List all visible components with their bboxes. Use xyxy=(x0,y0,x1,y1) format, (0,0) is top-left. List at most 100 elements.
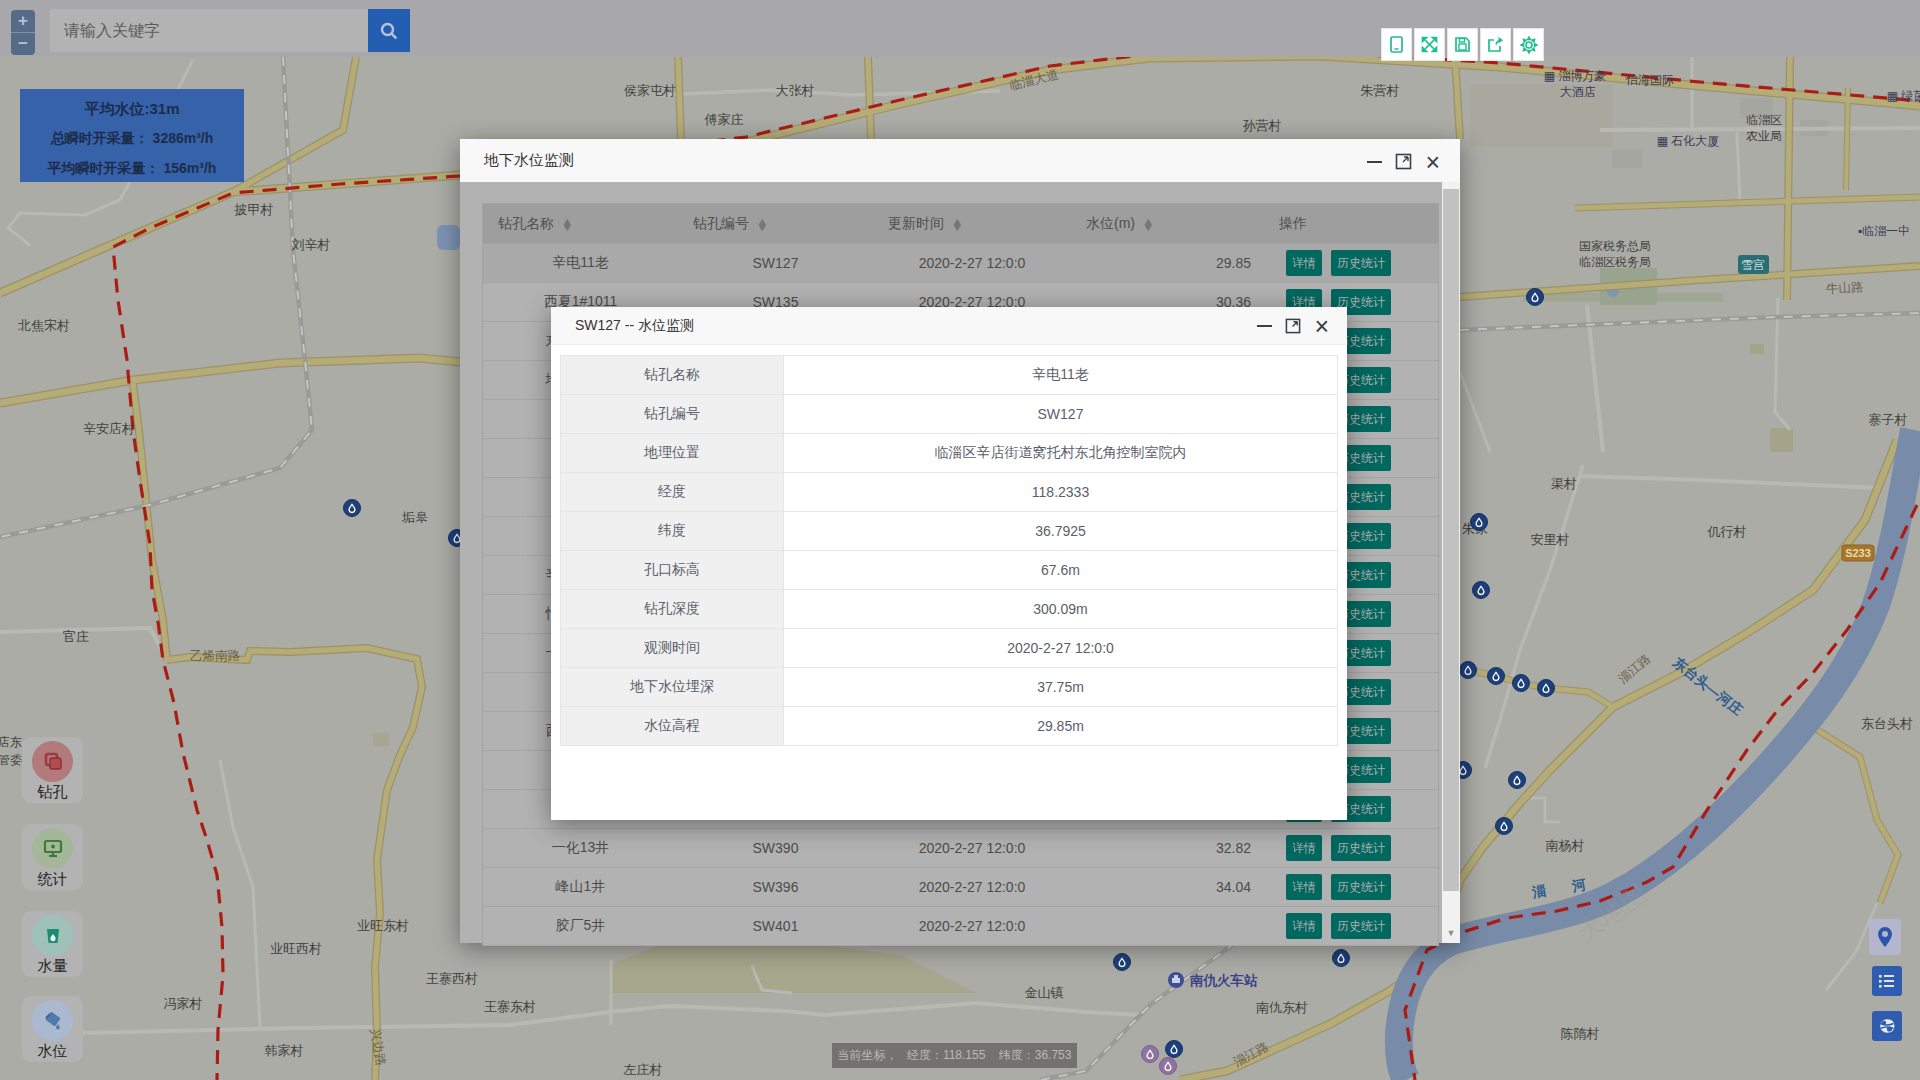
monitor-window-titlebar[interactable]: 地下水位监测 × xyxy=(460,139,1460,182)
detail-row: 钻孔名称辛电11老 xyxy=(561,356,1337,395)
column-header[interactable]: 钻孔名称▲▼ xyxy=(483,204,678,243)
detail-field-label: 纬度 xyxy=(561,512,784,550)
sort-icon[interactable]: ▲▼ xyxy=(562,218,572,230)
layer-list-button[interactable] xyxy=(1872,966,1902,996)
detail-row: 水位高程29.85m xyxy=(561,707,1337,746)
map-label: 南仇东村 xyxy=(1256,1000,1308,1015)
poi-marker-purple[interactable] xyxy=(1142,1046,1159,1063)
basemap-button[interactable] xyxy=(1872,1011,1902,1041)
sort-icon[interactable]: ▲▼ xyxy=(952,218,962,230)
detail-minimize-button[interactable] xyxy=(1256,318,1272,334)
map-label: 韩家村 xyxy=(265,1043,304,1058)
map-label: ▦ 石化大厦 xyxy=(1657,134,1720,148)
water-point-marker[interactable] xyxy=(1513,675,1530,692)
water-point-marker[interactable] xyxy=(1473,582,1490,599)
avg-instant-extraction: 平均瞬时开采量： 156m³/h xyxy=(20,153,244,183)
monitor-table-row[interactable]: 峰山1井SW3962020-2-27 12:0:034.04详情历史统计 xyxy=(483,868,1438,907)
water-point-marker[interactable] xyxy=(1527,289,1544,306)
history-stats-button[interactable]: 历史统计 xyxy=(1331,913,1391,939)
zoom-in-button[interactable]: + xyxy=(11,10,35,33)
detail-button[interactable]: 详情 xyxy=(1286,874,1322,900)
fullscreen-button[interactable] xyxy=(1414,28,1445,61)
detail-maximize-button[interactable] xyxy=(1285,318,1301,334)
maximize-button[interactable] xyxy=(1395,153,1412,170)
column-header[interactable]: 钻孔编号▲▼ xyxy=(678,204,873,243)
detail-button[interactable]: 详情 xyxy=(1286,913,1322,939)
map-label: 冯家村 xyxy=(164,996,203,1011)
map-label: 国家税务总局 xyxy=(1579,239,1651,253)
cell-borehole-name: 峰山1井 xyxy=(483,868,678,906)
detail-row: 钻孔编号SW127 xyxy=(561,395,1337,434)
sidebar-item-statistics[interactable]: 统计 xyxy=(22,824,83,890)
water-point-marker[interactable] xyxy=(1538,680,1555,697)
fullscreen-icon xyxy=(1420,35,1439,54)
cell-borehole-name: 一化13井 xyxy=(483,829,678,867)
water-point-marker[interactable] xyxy=(1471,514,1488,531)
monitor-table-scrollbar[interactable]: ▲ ▼ xyxy=(1442,182,1460,943)
monitor-table-row[interactable]: 胶厂5井SW4012020-2-27 12:0:0详情历史统计 xyxy=(483,907,1438,946)
minimize-button[interactable] xyxy=(1366,154,1382,170)
poi-marker-purple[interactable] xyxy=(1160,1058,1177,1075)
history-stats-button[interactable]: 历史统计 xyxy=(1331,835,1391,861)
detail-button[interactable]: 详情 xyxy=(1286,835,1322,861)
history-stats-button[interactable]: 历史统计 xyxy=(1331,250,1391,276)
map-label: 店东 xyxy=(0,735,22,749)
export-button[interactable] xyxy=(1480,28,1511,61)
detail-field-value: 300.09m xyxy=(784,590,1337,628)
coord-prefix: 当前坐标， xyxy=(838,1048,898,1062)
sidebar-label-statistics: 统计 xyxy=(22,869,83,888)
map-label: 侯家屯村 xyxy=(624,83,676,98)
map-label: 管委 xyxy=(0,753,22,767)
map-label: 河 xyxy=(1570,876,1588,894)
map-label: 业旺东村 xyxy=(357,918,409,933)
water-point-marker[interactable] xyxy=(1166,1041,1183,1058)
sort-icon[interactable]: ▲▼ xyxy=(1143,218,1153,230)
detail-field-value: 118.2333 xyxy=(784,473,1337,511)
map-badge-s233: S233 xyxy=(1842,545,1874,561)
column-header[interactable]: 水位(m)▲▼ xyxy=(1071,204,1264,243)
monitor-table-row[interactable]: 辛电11老SW1272020-2-27 12:0:029.85详情历史统计 xyxy=(483,244,1438,283)
water-point-marker[interactable] xyxy=(1488,668,1505,685)
monitor-window-title: 地下水位监测 xyxy=(484,151,574,170)
detail-button[interactable]: 详情 xyxy=(1286,250,1322,276)
map-label: 渠村 xyxy=(1551,476,1577,491)
water-point-marker[interactable] xyxy=(1460,662,1477,679)
monitor-table-row[interactable]: 一化13井SW3902020-2-27 12:0:032.82详情历史统计 xyxy=(483,829,1438,868)
settings-button[interactable] xyxy=(1513,28,1544,61)
search-button[interactable] xyxy=(368,9,410,52)
cell-water-level: 34.04 xyxy=(1071,868,1264,906)
close-button[interactable]: × xyxy=(1425,154,1440,170)
detail-close-button[interactable]: × xyxy=(1314,318,1329,334)
map-label: 安里村 xyxy=(1531,532,1570,547)
mobile-view-button[interactable] xyxy=(1381,28,1412,61)
water-point-marker[interactable] xyxy=(1333,950,1350,967)
zoom-out-button[interactable]: − xyxy=(11,33,35,55)
water-point-marker[interactable] xyxy=(1496,818,1513,835)
locate-button[interactable] xyxy=(1869,919,1901,955)
map-label: 刘辛村 xyxy=(292,237,331,252)
detail-field-value: 2020-2-27 12:0:0 xyxy=(784,629,1337,667)
detail-field-value: 36.7925 xyxy=(784,512,1337,550)
water-point-marker[interactable] xyxy=(1509,772,1526,789)
sidebar-item-water-level[interactable]: 水位 xyxy=(22,996,83,1062)
map-label: 大酒店 xyxy=(1560,85,1596,99)
sidebar-item-water-volume[interactable]: 水量 xyxy=(22,911,83,977)
scroll-thumb[interactable] xyxy=(1443,189,1459,891)
cell-borehole-code: SW396 xyxy=(678,868,873,906)
detail-row: 地下水位埋深37.75m xyxy=(561,668,1337,707)
search-input[interactable] xyxy=(50,9,368,52)
detail-window-titlebar[interactable]: SW127 -- 水位监测 × xyxy=(551,307,1347,345)
svg-text:雪宫: 雪宫 xyxy=(1741,258,1765,272)
water-point-marker[interactable] xyxy=(344,500,361,517)
history-stats-button[interactable]: 历史统计 xyxy=(1331,874,1391,900)
map-label: 怡海国际 xyxy=(1625,73,1674,87)
save-button[interactable] xyxy=(1447,28,1478,61)
column-header: 操作 xyxy=(1264,204,1438,243)
map-label: 垢皋 xyxy=(401,510,428,525)
sort-icon[interactable]: ▲▼ xyxy=(757,218,767,230)
scroll-down-arrow[interactable]: ▼ xyxy=(1442,925,1460,941)
sidebar-item-borehole[interactable]: 钻孔 xyxy=(22,737,83,803)
column-header[interactable]: 更新时间▲▼ xyxy=(873,204,1071,243)
detail-row: 地理位置临淄区辛店街道窝托村东北角控制室院内 xyxy=(561,434,1337,473)
water-point-marker[interactable] xyxy=(1114,954,1131,971)
